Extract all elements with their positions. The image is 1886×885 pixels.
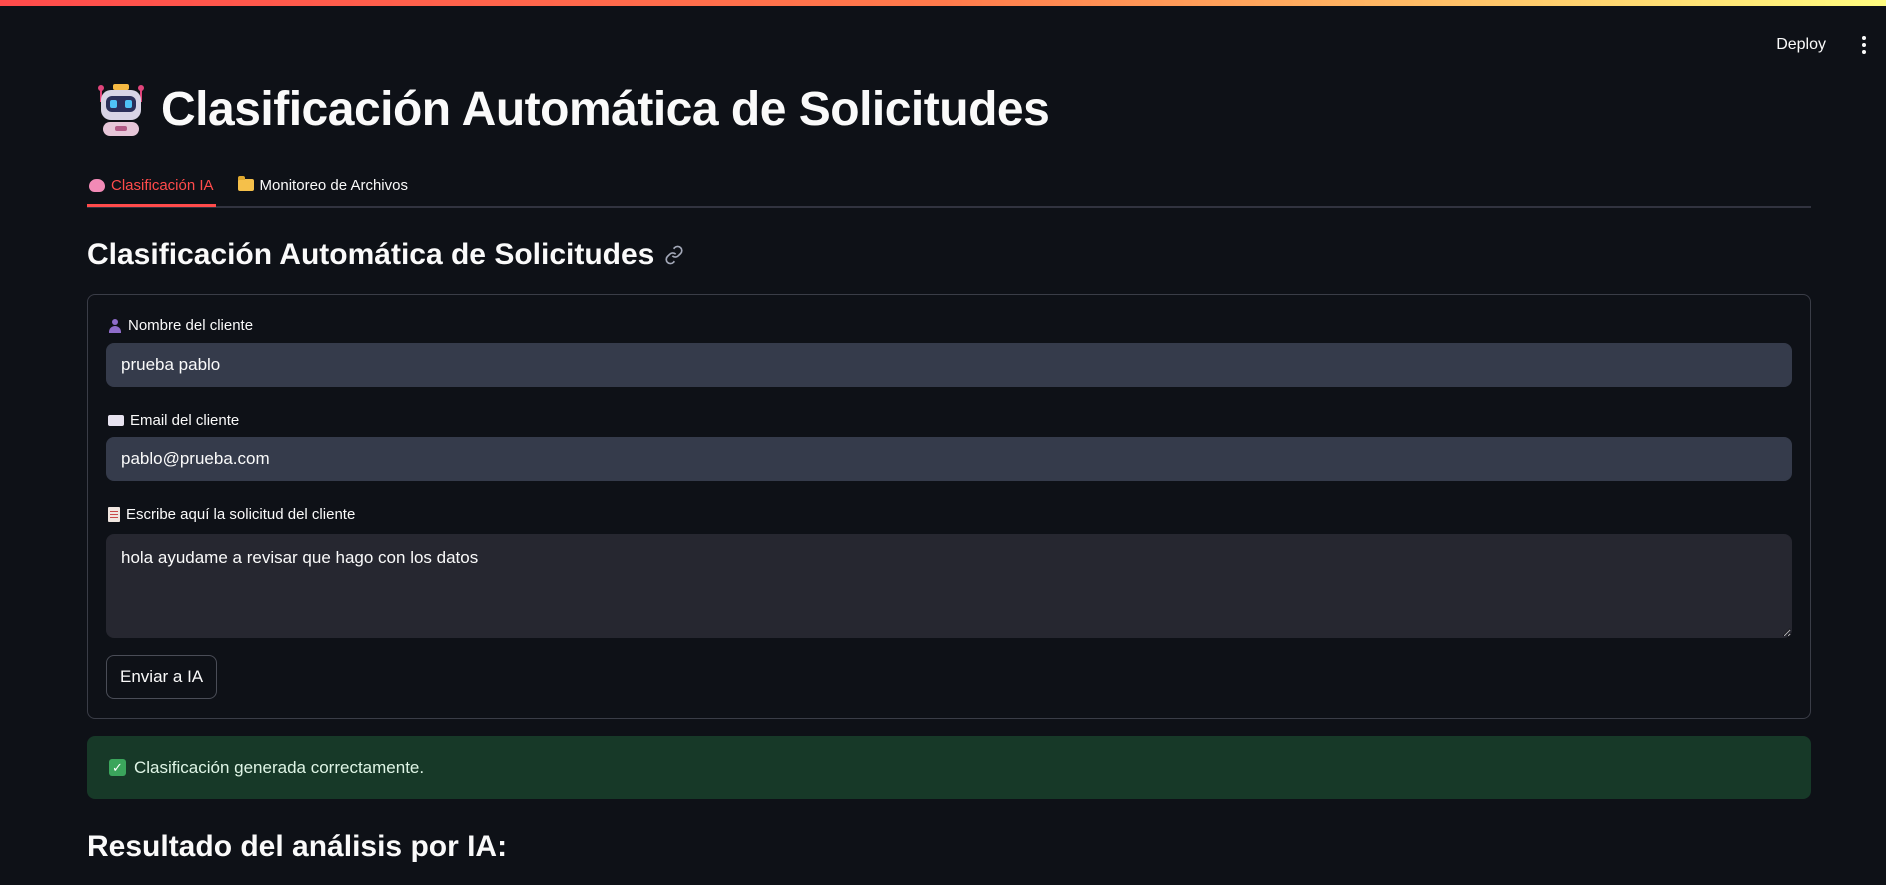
app-toolbar: Deploy — [1766, 30, 1886, 60]
link-icon[interactable] — [664, 245, 684, 265]
deploy-button[interactable]: Deploy — [1766, 32, 1836, 58]
envelope-icon — [108, 415, 124, 426]
request-label-text: Escribe aquí la solicitud del cliente — [126, 506, 356, 523]
tab-label: Clasificación IA — [111, 176, 214, 194]
page-title-row: Clasificación Automática de Solicitudes — [95, 80, 1050, 138]
tab-bar: Clasificación IA Monitoreo de Archivos — [87, 166, 1811, 208]
person-icon — [108, 318, 122, 333]
brain-icon — [89, 178, 105, 192]
client-email-input[interactable] — [106, 437, 1792, 481]
send-to-ai-button[interactable]: Enviar a IA — [106, 655, 218, 699]
section-heading-text: Clasificación Automática de Solicitudes — [87, 238, 655, 271]
success-alert: ✓ Clasificación generada correctamente. — [87, 736, 1811, 799]
memo-icon — [108, 507, 120, 522]
success-message: Clasificación generada correctamente. — [134, 757, 425, 777]
kebab-menu-icon[interactable] — [1852, 30, 1876, 60]
top-decoration-stripe — [0, 0, 1886, 6]
request-field-label: Escribe aquí la solicitud del cliente — [108, 506, 355, 523]
email-field-label: Email del cliente — [108, 412, 239, 429]
email-label-text: Email del cliente — [130, 412, 240, 429]
name-field-label: Nombre del cliente — [108, 317, 253, 334]
section-heading: Clasificación Automática de Solicitudes — [87, 238, 684, 272]
robot-icon — [98, 84, 144, 136]
tab-label: Monitoreo de Archivos — [259, 176, 408, 194]
client-name-input[interactable] — [106, 343, 1792, 387]
request-form: Nombre del cliente Email del cliente Esc… — [87, 294, 1811, 719]
name-label-text: Nombre del cliente — [128, 317, 254, 334]
tab-monitoreo-archivos[interactable]: Monitoreo de Archivos — [236, 166, 410, 204]
folder-icon — [237, 176, 254, 191]
check-icon: ✓ — [109, 759, 126, 776]
tab-clasificacion-ia[interactable]: Clasificación IA — [87, 166, 216, 207]
result-heading: Resultado del análisis por IA: — [87, 830, 508, 863]
client-request-textarea[interactable]: hola ayudame a revisar que hago con los … — [106, 534, 1792, 638]
page-title: Clasificación Automática de Solicitudes — [161, 82, 1050, 136]
